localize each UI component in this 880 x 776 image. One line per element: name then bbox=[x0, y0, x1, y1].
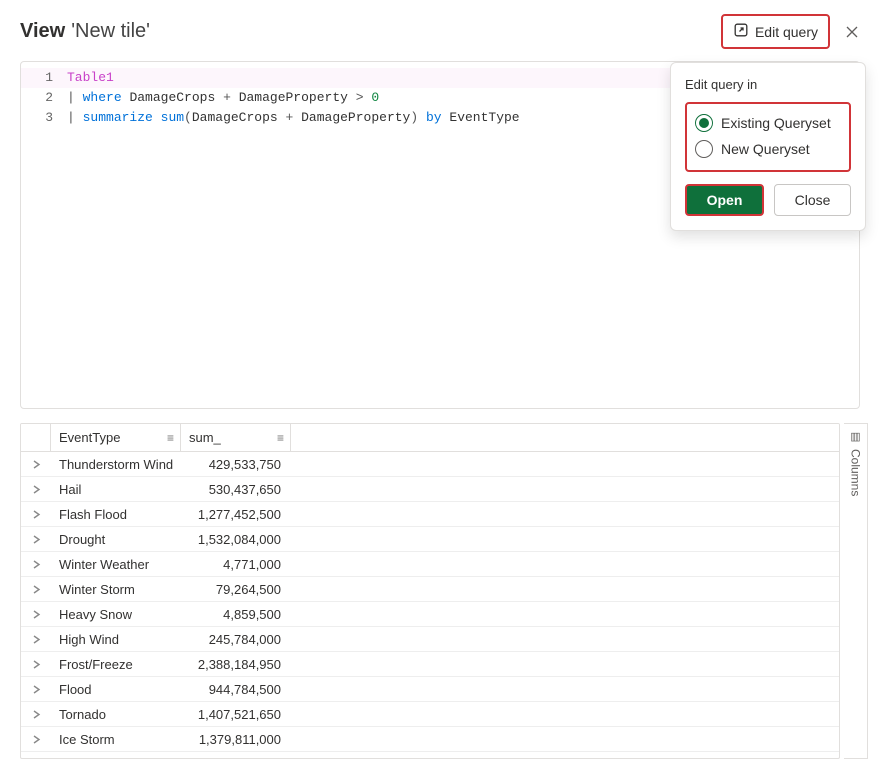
page-title: View 'New tile' bbox=[20, 20, 150, 43]
expand-row-icon[interactable] bbox=[21, 660, 51, 669]
cell-sum: 4,771,000 bbox=[181, 557, 291, 572]
cell-eventtype: Thunderstorm Wind bbox=[51, 457, 181, 472]
cell-eventtype: Drought bbox=[51, 532, 181, 547]
cell-sum: 1,407,521,650 bbox=[181, 707, 291, 722]
close-popover-button[interactable]: Close bbox=[774, 184, 851, 216]
table-row[interactable]: Ice Storm1,379,811,000 bbox=[21, 727, 839, 752]
table-row[interactable]: Thunderstorm Wind429,533,750 bbox=[21, 452, 839, 477]
expand-row-icon[interactable] bbox=[21, 710, 51, 719]
expand-row-icon[interactable] bbox=[21, 560, 51, 569]
expand-row-icon[interactable] bbox=[21, 735, 51, 744]
popover-title: Edit query in bbox=[685, 77, 851, 92]
cell-sum: 530,437,650 bbox=[181, 482, 291, 497]
cell-sum: 429,533,750 bbox=[181, 457, 291, 472]
grid-header: EventType ≡ sum_ ≡ bbox=[21, 424, 839, 452]
table-row[interactable]: Frost/Freeze2,388,184,950 bbox=[21, 652, 839, 677]
expand-row-icon[interactable] bbox=[21, 685, 51, 694]
radio-existing-queryset[interactable]: Existing Queryset bbox=[695, 110, 841, 136]
radio-label: Existing Queryset bbox=[721, 115, 831, 131]
expand-row-icon[interactable] bbox=[21, 510, 51, 519]
edit-query-label: Edit query bbox=[755, 24, 818, 40]
columns-label: Columns bbox=[849, 449, 863, 496]
cell-sum: 79,264,500 bbox=[181, 582, 291, 597]
expand-row-icon[interactable] bbox=[21, 610, 51, 619]
table-row[interactable]: Winter Weather4,771,000 bbox=[21, 552, 839, 577]
expand-row-icon[interactable] bbox=[21, 460, 51, 469]
cell-eventtype: Winter Weather bbox=[51, 557, 181, 572]
queryset-radio-group: Existing Queryset New Queryset bbox=[685, 102, 851, 172]
cell-eventtype: Frost/Freeze bbox=[51, 657, 181, 672]
expand-row-icon[interactable] bbox=[21, 535, 51, 544]
column-menu-icon: ≡ bbox=[277, 431, 284, 445]
header-actions: Edit query bbox=[721, 14, 860, 49]
cell-sum: 1,277,452,500 bbox=[181, 507, 291, 522]
cell-sum: 2,388,184,950 bbox=[181, 657, 291, 672]
radio-label: New Queryset bbox=[721, 141, 810, 157]
cell-eventtype: Heavy Snow bbox=[51, 607, 181, 622]
table-row[interactable]: Tornado1,407,521,650 bbox=[21, 702, 839, 727]
cell-eventtype: High Wind bbox=[51, 632, 181, 647]
line-number: 2 bbox=[21, 88, 67, 108]
cell-eventtype: Winter Storm bbox=[51, 582, 181, 597]
radio-icon bbox=[695, 114, 713, 132]
open-button[interactable]: Open bbox=[685, 184, 764, 216]
results-grid: EventType ≡ sum_ ≡ Thunderstorm Wind429,… bbox=[20, 423, 840, 759]
cell-sum: 944,784,500 bbox=[181, 682, 291, 697]
table-row[interactable]: Heavy Snow4,859,500 bbox=[21, 602, 839, 627]
line-number: 3 bbox=[21, 108, 67, 128]
open-external-icon bbox=[733, 22, 749, 41]
expand-column-header bbox=[21, 424, 51, 451]
tile-name: 'New tile' bbox=[71, 20, 150, 43]
radio-icon bbox=[695, 140, 713, 158]
table-row[interactable]: Winter Storm79,264,500 bbox=[21, 577, 839, 602]
cell-eventtype: Ice Storm bbox=[51, 732, 181, 747]
columns-icon: ▥ bbox=[850, 432, 860, 443]
close-button[interactable] bbox=[844, 24, 860, 40]
results-area: EventType ≡ sum_ ≡ Thunderstorm Wind429,… bbox=[20, 423, 868, 759]
cell-sum: 1,379,811,000 bbox=[181, 732, 291, 747]
column-header-sum[interactable]: sum_ ≡ bbox=[181, 424, 291, 451]
table-row[interactable]: Hail530,437,650 bbox=[21, 477, 839, 502]
table-row[interactable]: Flood944,784,500 bbox=[21, 677, 839, 702]
grid-body[interactable]: Thunderstorm Wind429,533,750Hail530,437,… bbox=[21, 452, 839, 758]
expand-row-icon[interactable] bbox=[21, 635, 51, 644]
table-row[interactable]: Flash Flood1,277,452,500 bbox=[21, 502, 839, 527]
cell-eventtype: Flash Flood bbox=[51, 507, 181, 522]
cell-eventtype: Flood bbox=[51, 682, 181, 697]
cell-eventtype: Tornado bbox=[51, 707, 181, 722]
expand-row-icon[interactable] bbox=[21, 485, 51, 494]
expand-row-icon[interactable] bbox=[21, 585, 51, 594]
radio-new-queryset[interactable]: New Queryset bbox=[695, 136, 841, 162]
column-menu-icon: ≡ bbox=[167, 431, 174, 445]
column-header-eventtype[interactable]: EventType ≡ bbox=[51, 424, 181, 451]
columns-panel-toggle[interactable]: ▥ Columns bbox=[844, 423, 868, 759]
header: View 'New tile' Edit query bbox=[0, 0, 880, 61]
cell-sum: 1,532,084,000 bbox=[181, 532, 291, 547]
popover-buttons: Open Close bbox=[685, 184, 851, 216]
table-row[interactable]: Drought1,532,084,000 bbox=[21, 527, 839, 552]
line-number: 1 bbox=[21, 68, 67, 88]
cell-sum: 245,784,000 bbox=[181, 632, 291, 647]
edit-query-popover: Edit query in Existing Queryset New Quer… bbox=[670, 62, 866, 231]
edit-query-button[interactable]: Edit query bbox=[721, 14, 830, 49]
cell-eventtype: Hail bbox=[51, 482, 181, 497]
cell-sum: 4,859,500 bbox=[181, 607, 291, 622]
table-row[interactable]: High Wind245,784,000 bbox=[21, 627, 839, 652]
view-label: View bbox=[20, 20, 65, 43]
